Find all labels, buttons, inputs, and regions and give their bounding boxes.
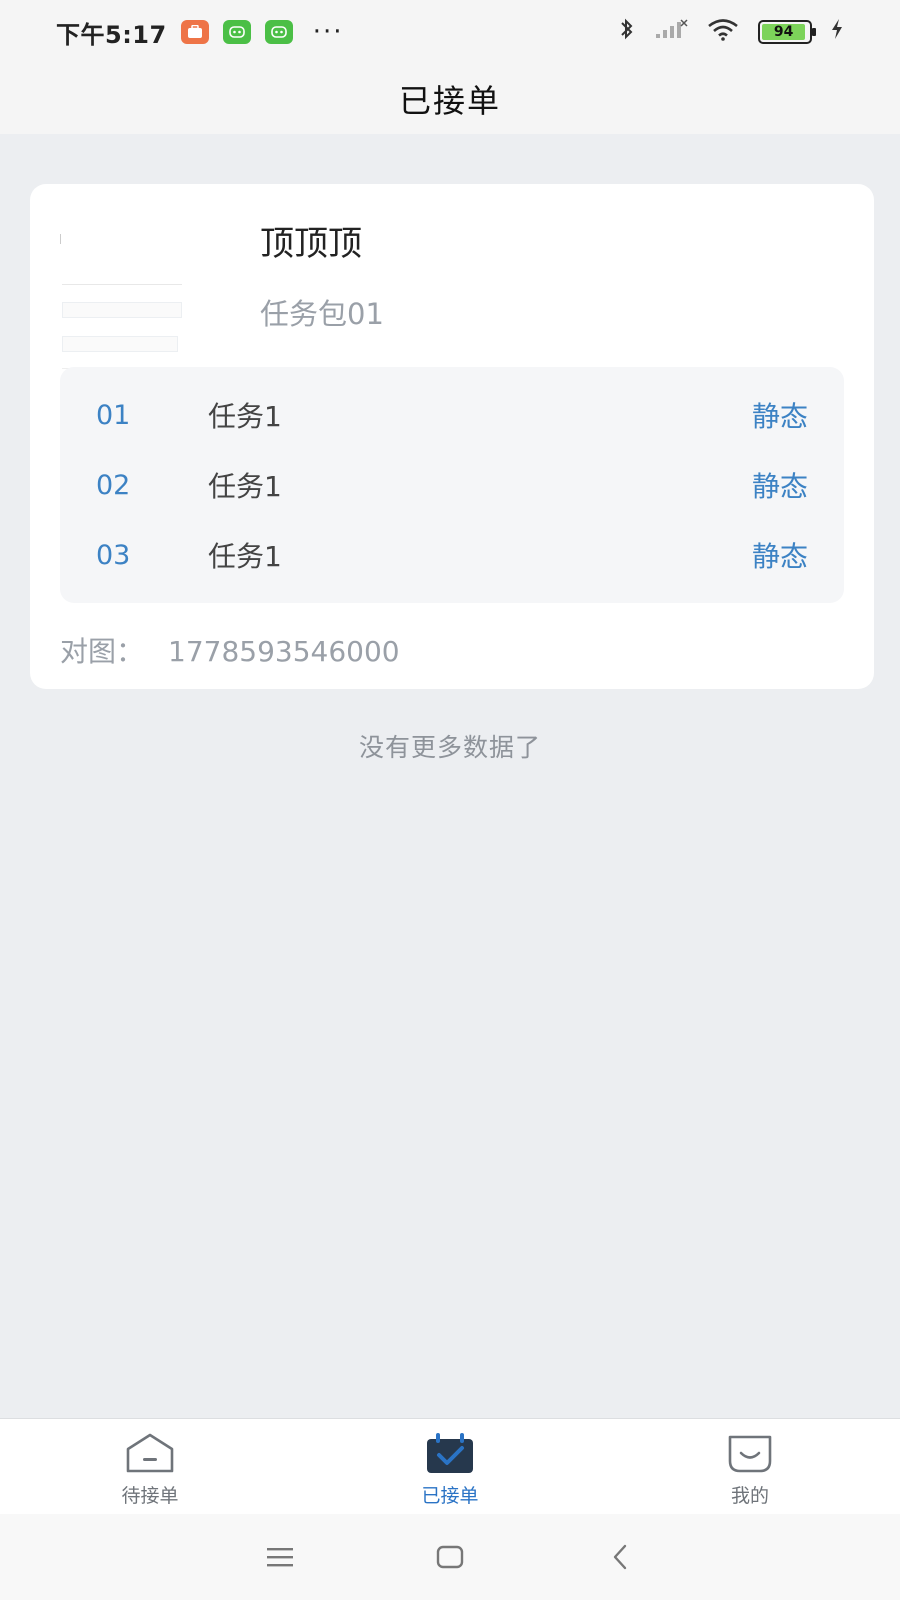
task-number: 01 [96, 399, 131, 431]
package-thumbnail [60, 216, 250, 369]
task-row[interactable]: 02 任务1 静态 [60, 460, 844, 510]
android-app-icon [222, 20, 251, 44]
battery-indicator: 94 [758, 20, 816, 44]
status-time: 下午5:17 [56, 20, 167, 49]
battery-level: 94 [773, 24, 794, 40]
tab-label: 待接单 [121, 1485, 179, 1507]
task-status[interactable]: 静态 [752, 465, 844, 505]
page-title: 已接单 [398, 82, 501, 120]
signal-icon [654, 18, 688, 46]
tab-mine[interactable]: 我的 [600, 1419, 900, 1514]
footer-label: 对图： [60, 635, 145, 668]
smile-face-icon [724, 1431, 776, 1475]
tab-label: 已接单 [421, 1485, 479, 1507]
wifi-icon [706, 17, 740, 47]
task-name: 任务1 [208, 400, 282, 433]
more-notifications-icon: ··· [312, 17, 344, 47]
charging-icon [830, 18, 844, 46]
task-name: 任务1 [208, 470, 282, 503]
nav-bar: 已接单 [0, 64, 900, 134]
app-notification-icon [180, 20, 209, 44]
battery-fill: 94 [762, 24, 806, 40]
package-subtitle: 任务包01 [260, 297, 384, 331]
card-footer: 对图： 1778593546000 [60, 630, 400, 670]
android-app-icon [264, 20, 293, 44]
package-title: 顶顶顶 [260, 224, 362, 264]
back-icon[interactable] [600, 1537, 640, 1577]
system-nav-bar [0, 1514, 900, 1600]
list-end-text: 没有更多数据了 [358, 733, 541, 762]
task-row[interactable]: 03 任务1 静态 [60, 530, 844, 580]
menu-icon[interactable] [260, 1537, 300, 1577]
task-list: 01 任务1 静态 02 任务1 静态 03 任务1 静态 [60, 367, 844, 603]
status-bar: 下午5:17 ··· 94 [0, 0, 900, 64]
task-status[interactable]: 静态 [752, 395, 844, 435]
footer-value: 1778593546000 [168, 635, 400, 668]
task-number: 02 [96, 469, 131, 501]
task-number: 03 [96, 539, 131, 571]
task-status[interactable]: 静态 [752, 535, 844, 575]
tab-label: 我的 [730, 1485, 769, 1507]
task-package-card[interactable]: 顶顶顶 任务包01 01 任务1 静态 02 任务1 静态 03 任务1 静态 … [30, 184, 874, 689]
battery-tip [812, 28, 816, 36]
tab-pending[interactable]: 待接单 [0, 1419, 300, 1514]
calendar-check-icon [424, 1431, 476, 1475]
task-name: 任务1 [208, 540, 282, 573]
tab-accepted[interactable]: 已接单 [300, 1419, 600, 1514]
bottom-tab-bar: 待接单 已接单 我的 [0, 1418, 900, 1514]
task-row[interactable]: 01 任务1 静态 [60, 390, 844, 440]
inbox-icon [124, 1431, 176, 1475]
bluetooth-icon [618, 17, 636, 47]
home-icon[interactable] [430, 1537, 470, 1577]
